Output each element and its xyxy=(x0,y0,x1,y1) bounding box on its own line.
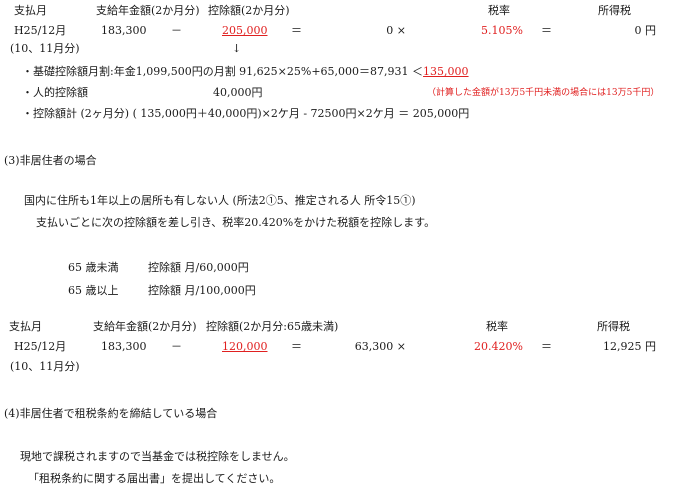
t1-row-rate: 5.105% xyxy=(481,24,523,37)
t1-row-month: H25/12月 xyxy=(14,24,67,37)
t1-row-taxable: 0 × xyxy=(386,24,406,37)
t1-header-pension: 支給年金額(2か月分) xyxy=(96,4,200,17)
t1-row-minus: － xyxy=(171,24,182,37)
t1-row-equals1: ＝ xyxy=(291,24,302,37)
t2-note: (10、11月分) xyxy=(10,360,80,373)
t1-row-tax: 0 円 xyxy=(634,24,657,37)
t1-row-deduction: 205,000 xyxy=(222,24,268,37)
under65-deduction: 控除額 月/60,000円 xyxy=(148,261,249,274)
t1-row-pension: 183,300 xyxy=(101,24,147,37)
down-arrow-icon: ↓ xyxy=(232,42,242,55)
t2-row-taxable: 63,300 × xyxy=(354,340,406,353)
calc-line3: ・控除額計 (2ヶ月分) ( 135,000円＋40,000円)×2ケ月 - 7… xyxy=(22,107,470,120)
t2-row-month: H25/12月 xyxy=(14,340,67,353)
t2-row-equals2: ＝ xyxy=(541,340,552,353)
section3-heading: (3)非居住者の場合 xyxy=(4,154,97,167)
t2-header-tax: 所得税 xyxy=(597,320,630,333)
t1-note: (10、11月分) xyxy=(10,42,80,55)
t2-header-month: 支払月 xyxy=(9,320,42,333)
under65-age: 65 歳未満 xyxy=(68,261,119,274)
t2-header-deduction: 控除額(2か月分:65歳未満) xyxy=(206,320,339,333)
calc-line1: ・基礎控除額月割:年金1,099,500円の月割 91,625×25%+65,0… xyxy=(22,66,469,77)
over65-deduction: 控除額 月/100,000円 xyxy=(148,284,256,297)
t2-header-rate: 税率 xyxy=(486,320,508,333)
t2-row-equals1: ＝ xyxy=(291,340,302,353)
section4-line2: 「租税条約に関する届出書」を提出してください。 xyxy=(28,472,281,485)
t2-row-tax: 12,925 円 xyxy=(603,340,656,353)
calc-line1-prefix: ・基礎控除額月割:年金1,099,500円の月割 91,625×25%+65,0… xyxy=(22,65,424,78)
t2-row-deduction: 120,000 xyxy=(222,340,268,353)
t1-header-deduction: 控除額(2か月分) xyxy=(208,4,290,17)
t2-row-rate: 20.420% xyxy=(474,340,523,353)
calc-line2-note: （計算した金額が13万5千円未満の場合には13万5千円） xyxy=(427,88,660,98)
calc-line2-label: ・人的控除額 xyxy=(22,86,88,99)
over65-age: 65 歳以上 xyxy=(68,284,119,297)
section3-definition: 国内に住所も1年以上の居所も有しない人 (所法2①5、推定される人 所令15①) xyxy=(24,194,416,207)
t2-row-minus: － xyxy=(171,340,182,353)
t1-header-tax: 所得税 xyxy=(598,4,631,17)
section4-line1: 現地で課税されますので当基金では税控除をしません。 xyxy=(20,450,295,463)
t1-row-equals2: ＝ xyxy=(541,24,552,37)
calc-line2-value: 40,000円 xyxy=(213,86,263,99)
t2-header-pension: 支給年金額(2か月分) xyxy=(93,320,197,333)
section3-explanation: 支払いごとに次の控除額を差し引き、税率20.420%をかけた税額を控除します。 xyxy=(36,216,436,229)
section4-heading: (4)非居住者で租税条約を締結している場合 xyxy=(4,407,218,420)
t2-row-pension: 183,300 xyxy=(101,340,147,353)
t1-header-rate: 税率 xyxy=(488,4,510,17)
calc-line1-value: 135,000 xyxy=(423,65,469,78)
t1-header-month: 支払月 xyxy=(14,4,47,17)
